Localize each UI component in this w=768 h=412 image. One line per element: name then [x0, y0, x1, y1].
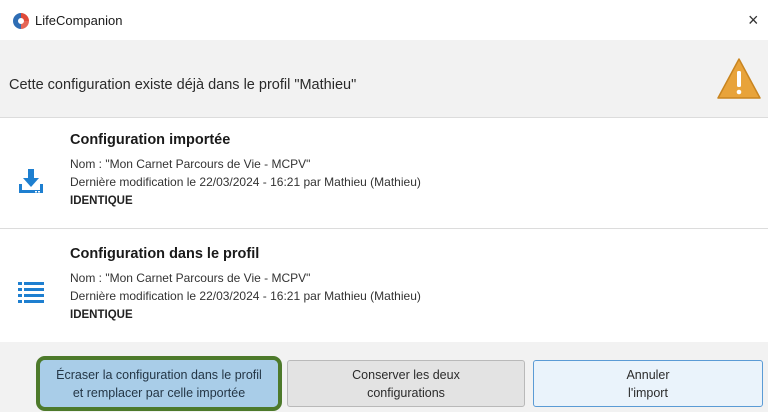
warning-icon: [717, 58, 761, 99]
imported-name: Nom : "Mon Carnet Parcours de Vie - MCPV…: [70, 157, 311, 171]
existing-name: Nom : "Mon Carnet Parcours de Vie - MCPV…: [70, 271, 311, 285]
cancel-label-line2: l'import: [628, 385, 668, 400]
keep-label-line1: Conserver les deux: [352, 367, 460, 382]
download-icon: [19, 169, 43, 193]
imported-title: Configuration importée: [70, 132, 231, 148]
existing-status: IDENTIQUE: [70, 309, 133, 321]
conflict-message: Cette configuration existe déjà dans le …: [9, 77, 357, 93]
close-button[interactable]: ×: [748, 4, 768, 36]
action-buttons-bar: Écraser la configuration dans le profil …: [0, 342, 768, 412]
existing-title: Configuration dans le profil: [70, 246, 260, 262]
list-icon: [18, 282, 44, 303]
cancel-import-button[interactable]: Annuler l'import: [533, 360, 763, 407]
keep-both-button[interactable]: Conserver les deux configurations: [287, 360, 525, 407]
imported-status: IDENTIQUE: [70, 195, 133, 207]
header-band: Cette configuration existe déjà dans le …: [0, 40, 768, 118]
overwrite-label-line1: Écraser la configuration dans le profil: [56, 367, 262, 382]
overwrite-label-line2: et remplacer par celle importée: [72, 385, 246, 400]
imported-modified: Dernière modification le 22/03/2024 - 16…: [70, 175, 421, 189]
window-title: LifeCompanion: [35, 13, 123, 28]
title-bar: LifeCompanion ×: [0, 0, 768, 40]
existing-modified: Dernière modification le 22/03/2024 - 16…: [70, 289, 421, 303]
existing-configuration-section: Configuration dans le profil Nom : "Mon …: [0, 229, 768, 342]
overwrite-configuration-button[interactable]: Écraser la configuration dans le profil …: [40, 360, 278, 407]
imported-configuration-section: Configuration importée Nom : "Mon Carnet…: [0, 118, 768, 229]
import-conflict-dialog: LifeCompanion × Cette configuration exis…: [0, 0, 768, 412]
cancel-label-line1: Annuler: [626, 367, 670, 382]
keep-label-line2: configurations: [367, 385, 445, 400]
lifecompanion-logo-icon: [13, 13, 29, 29]
